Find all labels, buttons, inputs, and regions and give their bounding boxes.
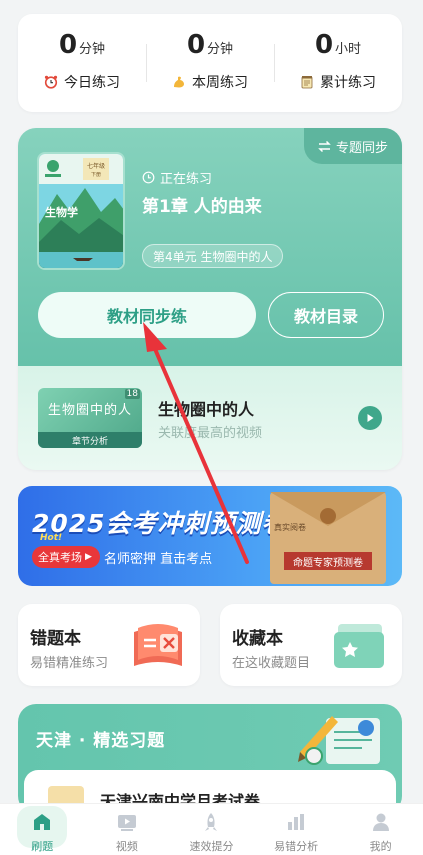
favorites-subtitle: 在这收藏题目 bbox=[232, 656, 311, 671]
textbook-sync-practice-button[interactable]: 教材同步练 bbox=[38, 292, 256, 338]
textbook-card: 专题同步 七年级 下册 生物学 正在练习 第1章 人的由来 第4单元 生物圈中的… bbox=[18, 128, 402, 470]
video-subtitle: 关联度最高的视频 bbox=[158, 426, 263, 441]
stat-today-number: 0 bbox=[58, 30, 78, 60]
error-book-icon bbox=[134, 624, 182, 666]
user-icon bbox=[369, 810, 393, 834]
textbook-contents-button[interactable]: 教材目录 bbox=[268, 292, 384, 338]
stat-week-number: 0 bbox=[186, 30, 206, 60]
textbook-cover[interactable]: 七年级 下册 生物学 bbox=[37, 152, 125, 270]
envelope-seal-icon bbox=[320, 508, 336, 524]
hot-label: Hot! bbox=[40, 533, 63, 543]
favorites-title: 收藏本 bbox=[232, 629, 283, 649]
stat-week-value: 0 分钟 bbox=[187, 32, 233, 58]
region-exercises-section: 天津 · 精选习题 天津兴南中学月考试卷 bbox=[18, 704, 402, 814]
flexed-bicep-icon bbox=[174, 76, 184, 88]
stat-total-label-row: 累计练习 bbox=[300, 72, 376, 92]
error-book-title: 错题本 bbox=[30, 629, 81, 649]
video-thumb-caption: 章节分析 bbox=[38, 432, 142, 448]
play-button[interactable] bbox=[358, 406, 382, 430]
nav-video-label: 视频 bbox=[115, 840, 138, 853]
practicing-status: 正在练习 bbox=[142, 168, 212, 187]
region-title: 天津 · 精选习题 bbox=[36, 731, 166, 751]
practice-stats-card: 0 分钟 今日练习 0 分钟 本周练习 0 小时 累计练习 bbox=[18, 14, 402, 112]
error-book-card[interactable]: 错题本 易错精准练习 bbox=[18, 604, 200, 686]
nav-mine[interactable]: 我的 bbox=[338, 804, 423, 855]
play-icon bbox=[367, 414, 374, 422]
nav-quick-boost[interactable]: 速效提分 bbox=[169, 804, 254, 855]
home-icon bbox=[30, 810, 54, 834]
cover-grade: 七年级 bbox=[87, 162, 105, 170]
stat-total-number: 0 bbox=[314, 30, 334, 60]
related-video-row[interactable]: 生物圈中的人 18 章节分析 生物圈中的人 关联度最高的视频 bbox=[18, 366, 402, 470]
favorite-folder-icon bbox=[334, 624, 384, 668]
video-thumb-badge: 18 bbox=[124, 389, 140, 399]
real-exam-chip-label: 全真考场 bbox=[38, 551, 82, 564]
stat-today-label: 今日练习 bbox=[64, 75, 120, 91]
pencil-paper-icon bbox=[298, 716, 380, 765]
nav-practice-label: 刷题 bbox=[31, 840, 54, 853]
stat-week-label-row: 本周练习 bbox=[172, 72, 248, 92]
exam-prediction-banner[interactable]: 2025会考冲刺预测卷 Hot! 全真考场 ▶ 名师密押 直击考点 真实阅卷 命… bbox=[18, 486, 402, 586]
stat-today[interactable]: 0 分钟 今日练习 bbox=[18, 14, 146, 112]
alarm-clock-icon bbox=[44, 75, 58, 89]
bottom-navigation: 刷题 视频 速效提分 易错分析 我的 bbox=[0, 803, 423, 855]
stat-today-label-row: 今日练习 bbox=[44, 72, 120, 92]
chip-arrow-icon: ▶ bbox=[85, 552, 92, 562]
nav-practice[interactable]: 刷题 bbox=[0, 804, 85, 855]
clock-icon bbox=[142, 171, 155, 184]
nav-video[interactable]: 视频 bbox=[85, 804, 170, 855]
bar-chart-icon bbox=[284, 810, 308, 834]
stat-week-unit: 分钟 bbox=[207, 42, 234, 57]
topic-sync-button[interactable]: 专题同步 bbox=[304, 128, 402, 164]
nav-error-analysis-label: 易错分析 bbox=[274, 840, 319, 853]
video-thumb-title: 生物圈中的人 bbox=[47, 403, 132, 418]
banner-subtitle: 名师密押 直击考点 bbox=[104, 552, 213, 567]
video-icon bbox=[115, 810, 139, 834]
nav-quick-boost-label: 速效提分 bbox=[189, 840, 234, 853]
stat-week-label: 本周练习 bbox=[192, 75, 248, 91]
envelope-stamp: 真实阅卷 bbox=[274, 523, 306, 532]
current-chapter: 第1章 人的由来 bbox=[142, 197, 262, 217]
rocket-icon bbox=[199, 810, 223, 834]
error-book-subtitle: 易错精准练习 bbox=[30, 656, 109, 671]
cover-volume: 下册 bbox=[91, 172, 101, 178]
stat-total-label: 累计练习 bbox=[320, 75, 376, 91]
practicing-label: 正在练习 bbox=[160, 172, 213, 187]
textbook-cover-art: 七年级 下册 生物学 bbox=[39, 154, 123, 268]
real-exam-chip: 全真考场 ▶ bbox=[32, 546, 100, 568]
cover-subject: 生物学 bbox=[45, 205, 78, 219]
favorites-card[interactable]: 收藏本 在这收藏题目 bbox=[220, 604, 402, 686]
stat-week[interactable]: 0 分钟 本周练习 bbox=[146, 14, 274, 112]
textbook-card-header: 专题同步 七年级 下册 生物学 正在练习 第1章 人的由来 第4单元 生物圈中的… bbox=[18, 128, 402, 366]
current-unit-chip: 第4单元 生物圈中的人 bbox=[142, 244, 284, 268]
stat-total-unit: 小时 bbox=[335, 42, 362, 57]
topic-sync-label: 专题同步 bbox=[335, 140, 388, 156]
swap-arrows-icon bbox=[318, 140, 331, 152]
notepad-icon bbox=[301, 76, 313, 89]
stat-total-value: 0 小时 bbox=[315, 32, 361, 58]
envelope-illustration: 真实阅卷 命题专家预测卷 bbox=[270, 492, 386, 584]
stat-today-unit: 分钟 bbox=[79, 42, 106, 57]
video-thumbnail[interactable]: 生物圈中的人 18 章节分析 bbox=[38, 388, 142, 448]
stat-today-value: 0 分钟 bbox=[59, 32, 105, 58]
nav-mine-label: 我的 bbox=[369, 840, 392, 853]
banner-title: 2025会考冲刺预测卷 bbox=[32, 509, 288, 538]
video-title: 生物圈中的人 bbox=[158, 400, 255, 419]
nav-error-analysis[interactable]: 易错分析 bbox=[254, 804, 339, 855]
envelope-label: 命题专家预测卷 bbox=[284, 552, 372, 570]
stat-total[interactable]: 0 小时 累计练习 bbox=[274, 14, 402, 112]
